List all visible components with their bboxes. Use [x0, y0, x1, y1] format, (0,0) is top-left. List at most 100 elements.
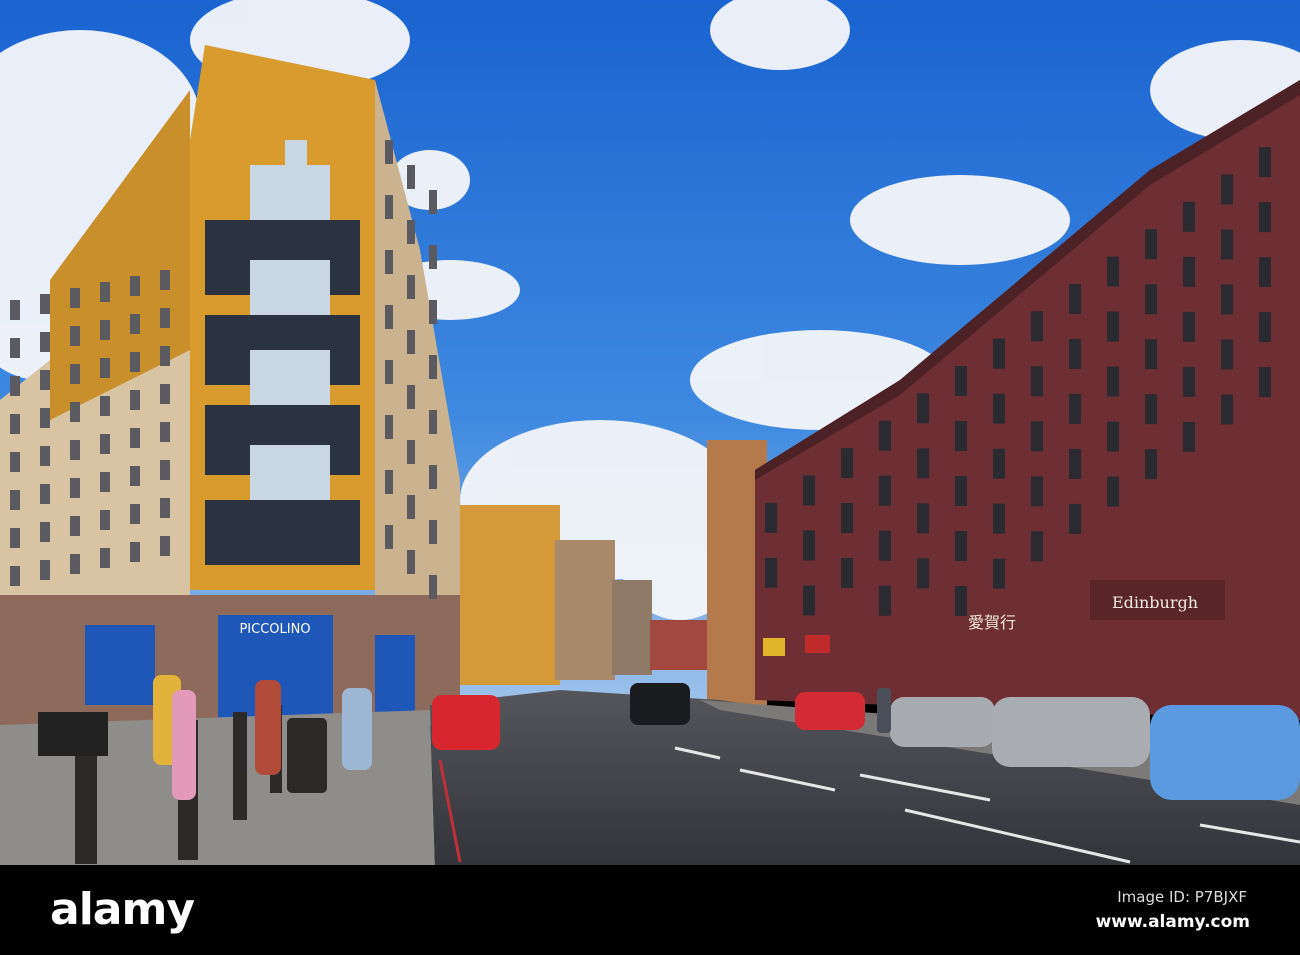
window — [130, 314, 140, 334]
window — [407, 385, 415, 409]
window — [100, 510, 110, 530]
window — [765, 502, 777, 533]
window — [1107, 366, 1119, 397]
window — [1145, 284, 1157, 315]
window — [70, 326, 80, 346]
window — [40, 408, 50, 428]
window — [1183, 311, 1195, 342]
planter — [38, 712, 108, 756]
window — [1183, 256, 1195, 287]
window — [1183, 421, 1195, 452]
window — [1031, 476, 1043, 507]
window — [70, 478, 80, 498]
window — [993, 448, 1005, 479]
window — [1107, 311, 1119, 342]
window — [1145, 339, 1157, 370]
window — [160, 460, 170, 480]
window — [917, 558, 929, 589]
window — [10, 528, 20, 548]
window — [70, 516, 80, 536]
window — [1069, 503, 1081, 534]
red-parked-car — [795, 692, 865, 730]
window — [1107, 421, 1119, 452]
window — [765, 557, 777, 588]
window — [407, 330, 415, 354]
distant-building — [555, 540, 615, 680]
window — [841, 448, 853, 479]
window — [1221, 284, 1233, 315]
alamy-url: www.alamy.com — [1095, 912, 1250, 932]
red-car — [432, 695, 500, 750]
window — [100, 358, 110, 378]
window — [70, 440, 80, 460]
window — [10, 376, 20, 396]
window — [1259, 202, 1271, 233]
distant-building — [455, 505, 560, 685]
window — [160, 384, 170, 404]
blue-car — [1150, 705, 1300, 800]
shopfront-left — [85, 625, 155, 705]
window — [955, 421, 967, 451]
window — [429, 190, 437, 214]
window — [955, 586, 967, 616]
shop-sign-red — [805, 635, 830, 653]
stock-photo: PICCOLINO Edinburgh 愛賀行 alamy Image ID: … — [0, 0, 1300, 955]
window — [40, 294, 50, 314]
window — [429, 465, 437, 489]
window — [160, 270, 170, 290]
window — [1069, 393, 1081, 424]
window — [10, 300, 20, 320]
window — [1031, 366, 1043, 397]
window — [1259, 312, 1271, 343]
window — [1107, 256, 1119, 287]
window — [429, 300, 437, 324]
window — [40, 332, 50, 352]
window — [130, 390, 140, 410]
window — [385, 360, 393, 384]
window — [955, 476, 967, 506]
chinese-shop-sign: 愛賀行 — [968, 613, 1016, 632]
window — [385, 525, 393, 549]
window — [250, 260, 330, 320]
window — [1221, 339, 1233, 370]
window — [1259, 257, 1271, 288]
shopfront-right — [375, 635, 415, 715]
window — [803, 475, 815, 506]
window — [10, 452, 20, 472]
street-scene: PICCOLINO Edinburgh 愛賀行 — [0, 0, 1300, 865]
window — [1031, 531, 1043, 562]
window — [1259, 367, 1271, 398]
window — [1221, 174, 1233, 205]
window — [100, 548, 110, 568]
window — [955, 531, 967, 561]
window — [40, 370, 50, 390]
window — [429, 575, 437, 599]
window — [1069, 283, 1081, 314]
window — [1221, 229, 1233, 260]
window — [130, 542, 140, 562]
window — [429, 520, 437, 544]
window — [879, 530, 891, 561]
window — [993, 558, 1005, 589]
window — [10, 414, 20, 434]
window — [100, 434, 110, 454]
window — [100, 320, 110, 340]
window — [385, 415, 393, 439]
distant-building — [612, 580, 652, 675]
window — [803, 530, 815, 561]
window — [407, 220, 415, 244]
window — [385, 140, 393, 164]
window — [879, 585, 891, 616]
window — [100, 472, 110, 492]
window — [285, 140, 307, 185]
silver-hatchback — [992, 697, 1150, 767]
window — [1145, 449, 1157, 480]
window — [130, 504, 140, 524]
window — [385, 470, 393, 494]
window — [1069, 448, 1081, 479]
window — [40, 446, 50, 466]
window — [917, 503, 929, 534]
window — [70, 402, 80, 422]
window — [385, 195, 393, 219]
window — [1145, 229, 1157, 260]
